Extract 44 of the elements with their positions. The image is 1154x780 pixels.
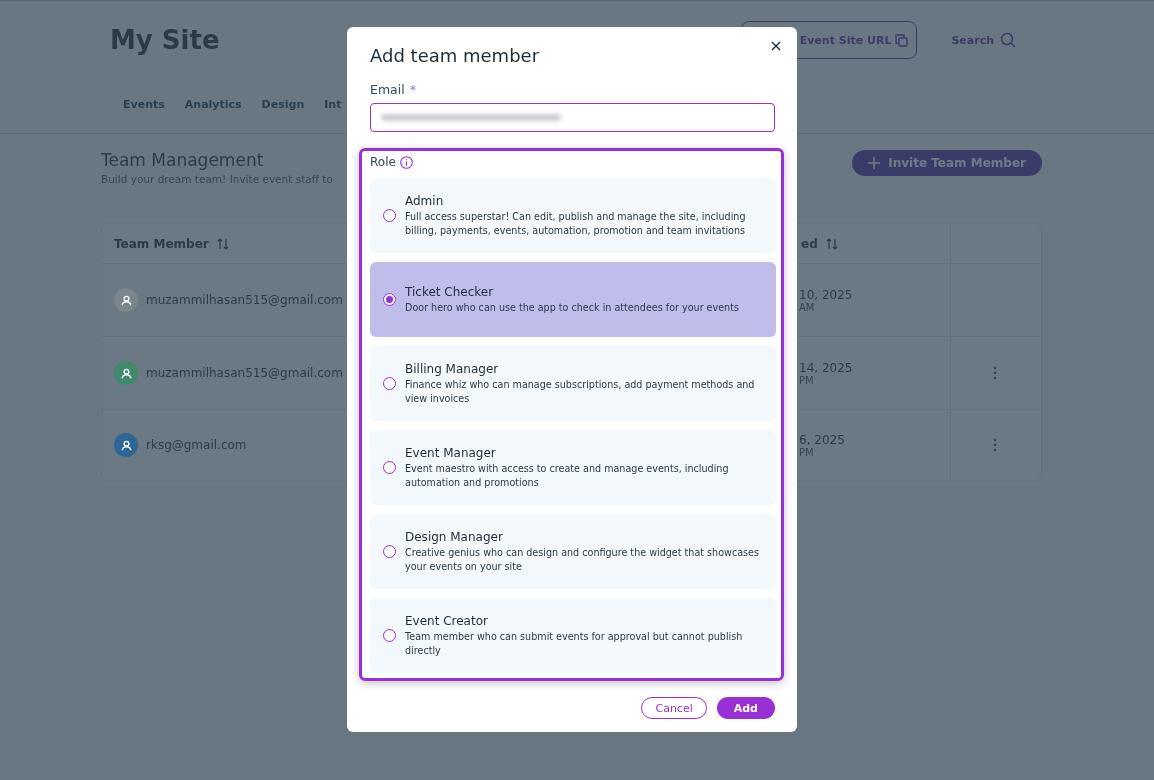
date-text: 14, 2025 — [799, 360, 853, 375]
role-description: Finance whiz who can manage subscriptions, add payment methods and view invoices — [405, 377, 756, 406]
radio-button[interactable] — [383, 293, 396, 306]
radio-button[interactable] — [383, 461, 396, 474]
role-option[interactable]: Design Manager Creative genius who can design and configure the widget that showcases your events on your site — [370, 514, 776, 589]
email-field[interactable] — [370, 103, 775, 132]
role-description: Creative genius who can design and configure the widget that showcases your events on your site — [405, 545, 760, 574]
member-email: muzammilhasan515@gmail.com — [146, 293, 343, 307]
person-icon — [119, 366, 133, 380]
role-name: Admin — [405, 193, 445, 208]
radio-button[interactable] — [383, 629, 396, 642]
role-label: Role — [370, 155, 396, 169]
role-option[interactable]: Admin Full access superstar! Can edit, publish and manage the site, including billing, payments, events, automation, promotion and team invitations — [370, 178, 776, 253]
dialog-title: Add team member — [370, 45, 541, 66]
date-text: 6, 2025 — [799, 432, 845, 447]
radio-button[interactable] — [383, 209, 396, 222]
radio-button[interactable] — [383, 377, 396, 390]
date-text: 10, 2025 — [799, 287, 853, 302]
member-email: muzammilhasan515@gmail.com — [146, 366, 343, 380]
role-option[interactable]: Billing Manager Finance whiz who can manage subscriptions, add payment methods and view invoices — [370, 346, 776, 421]
cancel-button[interactable]: Cancel — [641, 697, 707, 719]
member-email: rksg@gmail.com — [146, 438, 247, 452]
section-title: Team Management — [101, 150, 265, 170]
role-name: Design Manager — [405, 529, 504, 544]
info-icon[interactable] — [399, 155, 413, 169]
role-name: Ticket Checker — [405, 284, 495, 299]
radio-button[interactable] — [383, 545, 396, 558]
close-button[interactable] — [769, 39, 783, 53]
role-option[interactable]: Ticket Checker Door hero who can use the app to check in attendees for your events — [370, 262, 776, 337]
role-name: Event Creator — [405, 613, 489, 628]
email-label: Email — [370, 82, 405, 97]
person-icon — [119, 293, 133, 307]
add-button[interactable]: Add — [716, 697, 775, 719]
role-description: Team member who can submit events for approval but cannot publish directly — [405, 629, 744, 658]
role-option[interactable]: Event Creator Team member who can submit events for approval but cannot publish directly — [370, 598, 776, 673]
role-description: Event maestro with access to create and manage events, including automation and promotions — [405, 461, 730, 490]
role-option[interactable]: Event Manager Event maestro with access to create and manage events, including automation and promotions — [370, 430, 776, 505]
role-name: Event Manager — [405, 445, 497, 460]
person-icon — [119, 438, 133, 452]
role-description: Door hero who can use the app to check in attendees for your events — [405, 300, 739, 315]
required-mark: * — [409, 82, 416, 97]
role-description: Full access superstar! Can edit, publish and manage the site, including billing, payments, events, automation, promotion and team invitations — [405, 209, 747, 238]
role-name: Billing Manager — [405, 361, 500, 376]
close-icon — [771, 41, 781, 51]
